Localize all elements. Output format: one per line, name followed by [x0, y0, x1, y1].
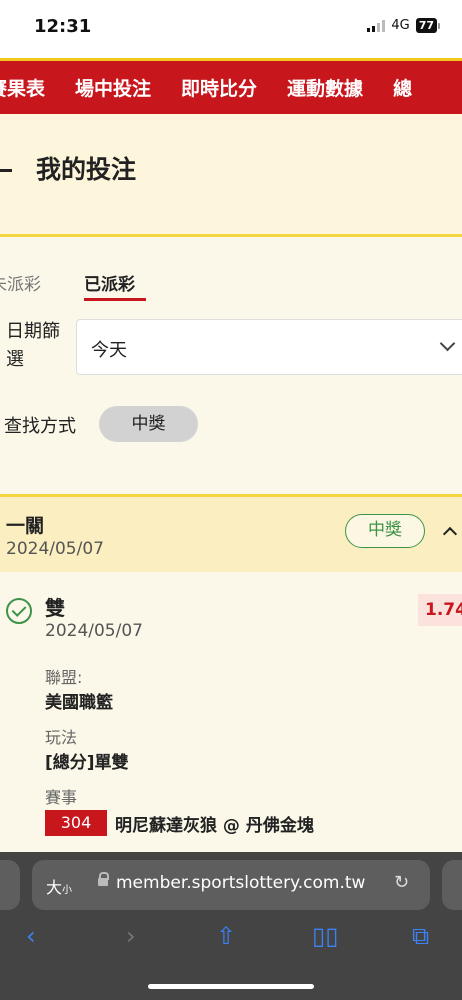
selection-date: 2024/05/07: [45, 621, 143, 641]
nav-item-live-scores[interactable]: 即時比分: [181, 74, 257, 101]
font-size-label-small: 小: [62, 885, 73, 896]
selection-name: 雙: [45, 596, 65, 620]
tab-settled[interactable]: 已派彩: [84, 270, 135, 295]
home-indicator: [148, 984, 314, 989]
date-filter-select[interactable]: 今天: [76, 319, 462, 375]
top-nav: 賽果表 場中投注 即時比分 運動數據 總: [0, 58, 462, 114]
date-filter-value: 今天: [91, 340, 127, 361]
font-size-label-large: 大: [46, 878, 63, 897]
bet-card-header[interactable]: 一關 2024/05/07 中獎: [0, 494, 462, 572]
event-name: 明尼蘇達灰狼 @ 丹佛金塊: [115, 816, 314, 836]
nav-item-more[interactable]: 總: [393, 74, 412, 101]
play-label: 玩法: [45, 728, 78, 747]
play-value: [總分]單雙: [45, 753, 129, 773]
forward-icon[interactable]: ›: [126, 922, 136, 950]
menu-dash-icon[interactable]: [0, 169, 12, 172]
bet-date: 2024/05/07: [6, 539, 104, 559]
search-mode-label: 查找方式: [4, 416, 76, 437]
back-icon[interactable]: ‹: [26, 922, 36, 950]
signal-icon: [367, 19, 386, 32]
nav-item-sports-data[interactable]: 運動數據: [287, 74, 363, 101]
status-bar: 12:31 4G 77: [0, 0, 462, 58]
status-badge: 中獎: [345, 514, 425, 548]
font-size-button[interactable]: 大小: [46, 874, 72, 898]
bet-type: 一關: [6, 515, 45, 537]
status-indicators: 4G 77: [367, 18, 440, 33]
battery-icon: 77: [415, 18, 440, 33]
chevron-down-icon: [439, 335, 456, 352]
tab-pending[interactable]: 未派彩: [0, 270, 41, 295]
league-label: 聯盟:: [45, 668, 83, 687]
share-icon[interactable]: ⇧: [216, 922, 236, 950]
page-title: 我的投注: [36, 155, 137, 184]
url-text[interactable]: member.sportslottery.com.tw: [116, 873, 365, 893]
search-mode-chip[interactable]: 中獎: [99, 406, 198, 442]
bookmarks-icon[interactable]: ▯▯: [312, 922, 338, 950]
event-label: 賽事: [45, 788, 78, 807]
tabs-icon[interactable]: ⧉: [412, 922, 429, 950]
nav-item-results[interactable]: 賽果表: [0, 74, 45, 101]
next-tab-preview[interactable]: [442, 860, 462, 910]
chevron-up-icon[interactable]: [442, 526, 458, 542]
status-time: 12:31: [34, 16, 92, 37]
event-number-badge: 304: [45, 810, 107, 836]
network-label: 4G: [391, 18, 410, 33]
league-value: 美國職籃: [45, 693, 113, 713]
lock-icon: [98, 872, 109, 886]
previous-tab-preview[interactable]: [0, 860, 20, 910]
odds-value: 1.74: [418, 594, 462, 626]
active-tab-indicator: [84, 298, 146, 301]
date-filter-label: 日期篩選: [6, 321, 60, 370]
reload-icon[interactable]: ↻: [394, 872, 409, 893]
nav-item-live-betting[interactable]: 場中投注: [75, 74, 151, 101]
battery-level: 77: [415, 18, 437, 33]
check-circle-icon: [6, 598, 32, 624]
